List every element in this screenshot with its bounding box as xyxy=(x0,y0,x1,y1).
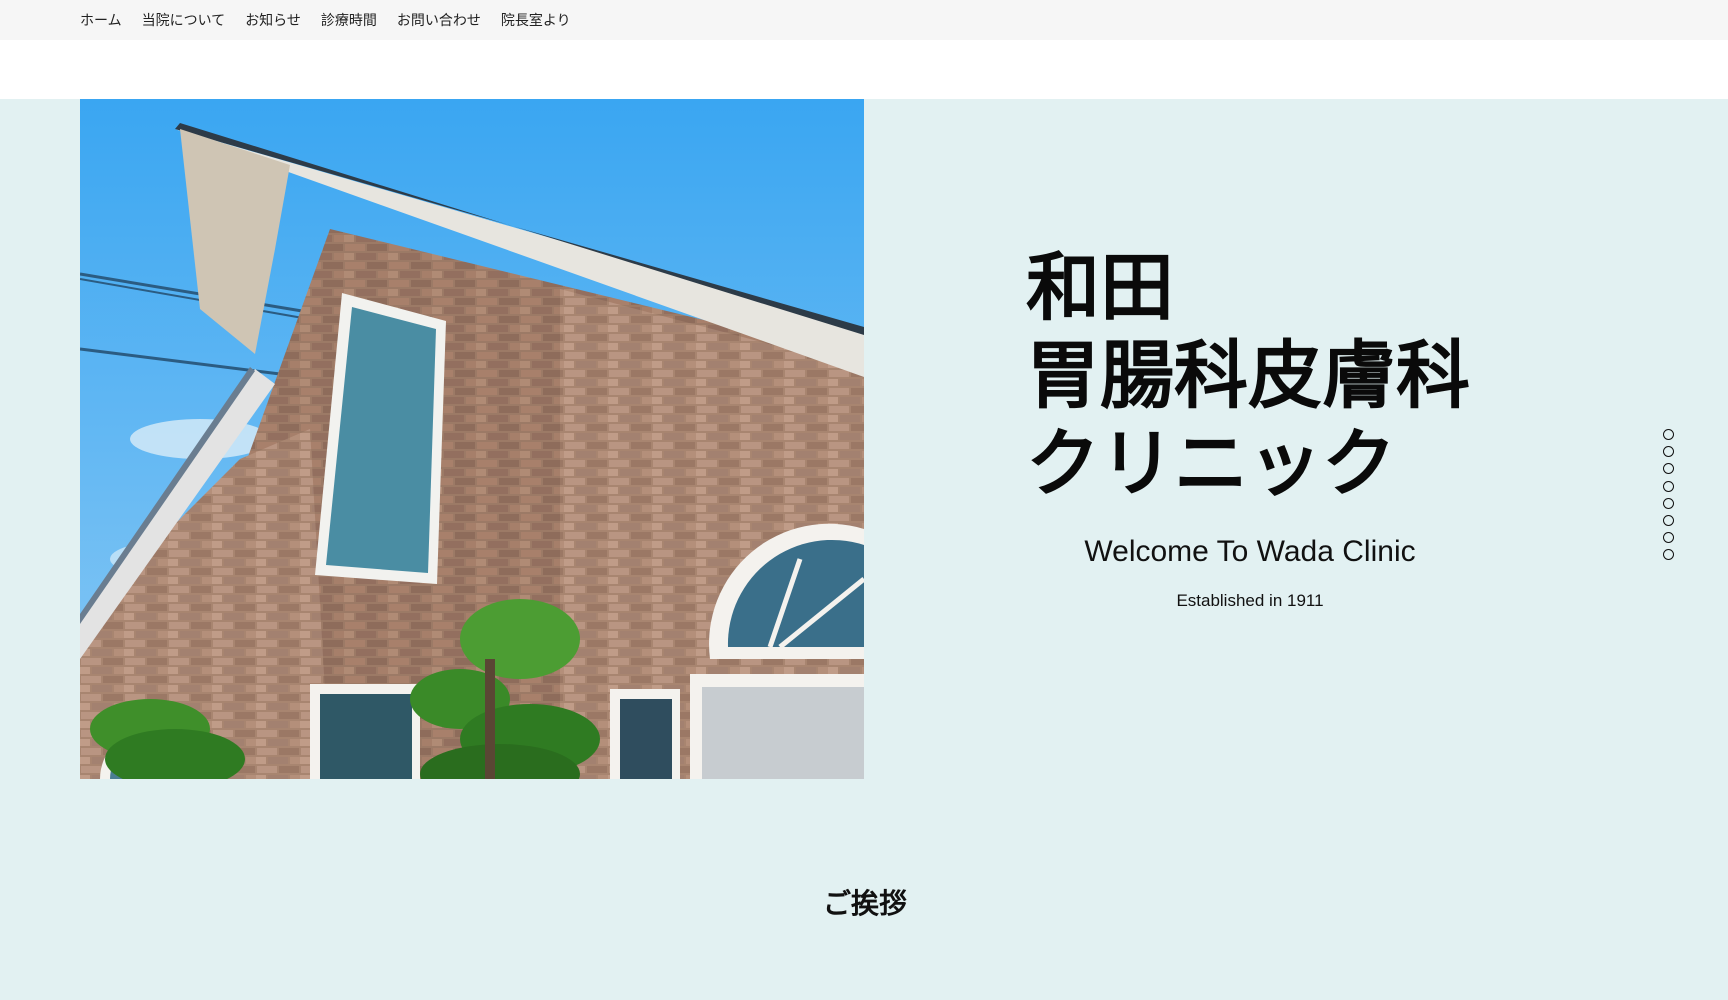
clinic-building-photo xyxy=(80,99,864,779)
section-dot[interactable] xyxy=(1663,463,1674,475)
clinic-title: 和田 胃腸科皮膚科 クリニック xyxy=(1026,244,1546,508)
welcome-text: Welcome To Wada Clinic xyxy=(1084,535,1416,568)
section-dot[interactable] xyxy=(1663,532,1674,544)
nav-about[interactable]: 当院について xyxy=(142,10,226,30)
nav-contact[interactable]: お問い合わせ xyxy=(397,10,481,30)
section-dot[interactable] xyxy=(1663,446,1674,458)
section-navigation-dots xyxy=(1663,429,1674,567)
established-text: Established in 1911 xyxy=(1176,591,1324,610)
nav-news[interactable]: お知らせ xyxy=(245,10,301,30)
title-line-3: クリニック xyxy=(1026,421,1396,507)
section-dot[interactable] xyxy=(1663,549,1674,561)
title-line-1: 和田 xyxy=(1026,245,1174,331)
section-dot[interactable] xyxy=(1663,514,1674,526)
section-dot[interactable] xyxy=(1663,429,1674,440)
greeting-heading: ご挨拶 xyxy=(822,887,907,920)
section-dot[interactable] xyxy=(1663,480,1674,492)
nav-director[interactable]: 院長室より xyxy=(501,10,571,30)
hero-section: 和田 胃腸科皮膚科 クリニック Welcome To Wada Clinic E… xyxy=(0,99,1728,1000)
nav-hours[interactable]: 診療時間 xyxy=(321,10,377,30)
section-dot[interactable] xyxy=(1663,497,1674,509)
nav-home[interactable]: ホーム xyxy=(80,10,122,30)
top-navigation: ホーム 当院について お知らせ 診療時間 お問い合わせ 院長室より xyxy=(0,0,1728,40)
title-line-2: 胃腸科皮膚科 xyxy=(1026,333,1470,419)
